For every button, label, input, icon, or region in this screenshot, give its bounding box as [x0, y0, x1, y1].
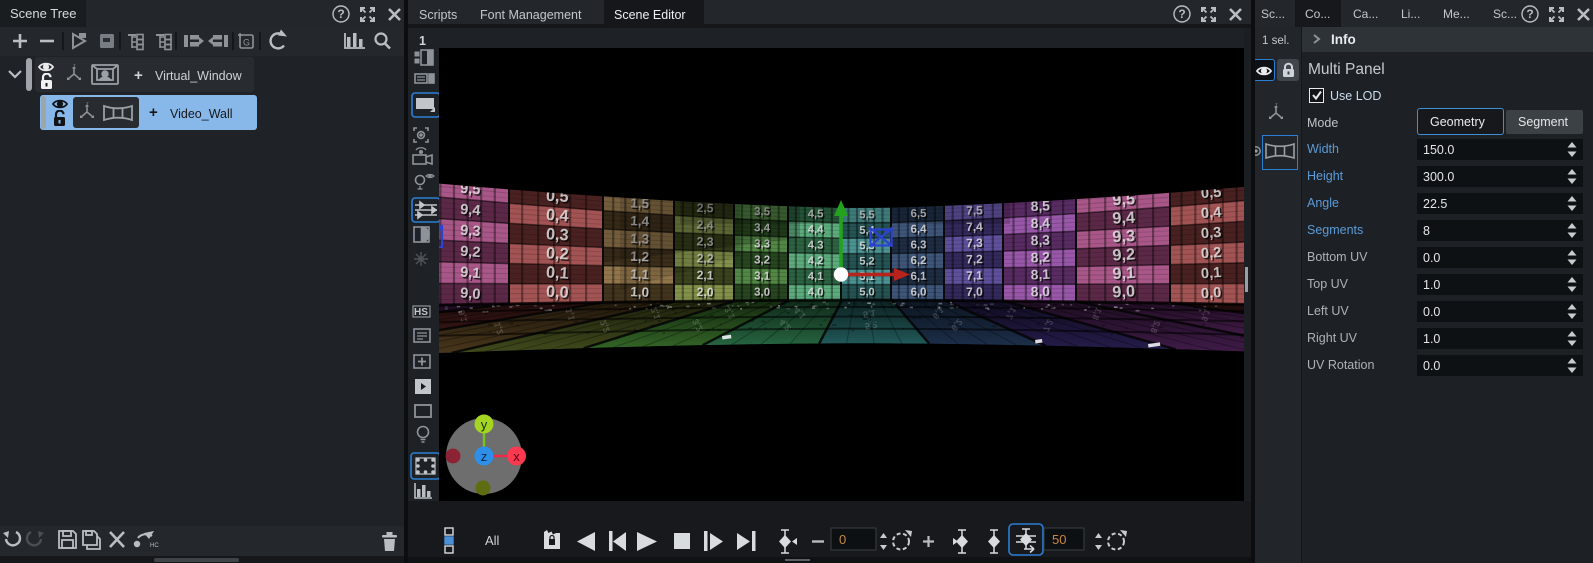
svg-text:?: ? [1526, 7, 1533, 21]
svg-text:1,0: 1,0 [630, 284, 649, 300]
svg-text:?: ? [337, 7, 344, 21]
svg-text:All: All [485, 533, 500, 548]
svg-text:G: G [243, 38, 250, 48]
svg-text:9,3: 9,3 [460, 223, 481, 241]
svg-text:x: x [513, 449, 520, 464]
svg-text:0,1: 0,1 [545, 263, 569, 282]
svg-text:0,0: 0,0 [545, 283, 569, 302]
svg-text:4,2: 4,2 [808, 255, 824, 267]
svg-text:8,0: 8,0 [1030, 284, 1050, 300]
svg-text:0,4: 0,4 [1200, 205, 1222, 222]
svg-text:9,0: 9,0 [1112, 282, 1136, 301]
svg-text:9,2: 9,2 [1112, 245, 1136, 264]
svg-text:0,2: 0,2 [1200, 245, 1221, 262]
svg-text:3,1: 3,1 [754, 270, 771, 282]
svg-text:4,4: 4,4 [808, 224, 825, 236]
svg-text:5,0: 5,0 [859, 286, 874, 298]
svg-text:0,3: 0,3 [1200, 225, 1221, 242]
svg-text:4,1: 4,1 [808, 271, 825, 283]
svg-text:8,3: 8,3 [1030, 233, 1050, 249]
svg-text:?: ? [1178, 7, 1185, 21]
svg-text:8,4: 8,4 [1030, 215, 1050, 231]
svg-text:5,2: 5,2 [864, 320, 878, 332]
svg-text:9,3: 9,3 [1112, 227, 1136, 246]
svg-text:8,2: 8,2 [1030, 250, 1050, 266]
svg-text:50: 50 [1052, 532, 1066, 547]
svg-text:0,2: 0,2 [545, 244, 569, 263]
svg-text:7,1: 7,1 [966, 268, 983, 282]
svg-text:7,0: 7,0 [966, 285, 983, 299]
svg-text:HC: HC [150, 543, 159, 549]
svg-text:4,3: 4,3 [808, 240, 824, 252]
svg-text:5,2: 5,2 [859, 256, 874, 268]
svg-text:0,4: 0,4 [545, 206, 569, 225]
svg-text:9,1: 9,1 [460, 265, 481, 283]
svg-text:Y: Y [1275, 103, 1278, 107]
svg-text:9,0: 9,0 [460, 285, 481, 303]
svg-text:0: 0 [839, 532, 846, 547]
svg-text:0,0: 0,0 [1200, 285, 1221, 302]
svg-text:6,3: 6,3 [910, 239, 926, 251]
svg-text:6,4: 6,4 [910, 224, 927, 236]
svg-text:6,1: 6,1 [910, 271, 927, 283]
svg-text:4,0: 4,0 [808, 286, 824, 298]
svg-text:7,2: 7,2 [966, 252, 983, 266]
svg-text:Y: Y [73, 64, 76, 68]
svg-text:y: y [481, 417, 488, 432]
svg-text:6,0: 6,0 [910, 286, 926, 298]
svg-text:9,2: 9,2 [460, 244, 481, 262]
svg-text:3,0: 3,0 [754, 287, 770, 299]
svg-text:2,1: 2,1 [696, 268, 714, 283]
svg-text:8,1: 8,1 [1030, 267, 1050, 283]
svg-text:9,4: 9,4 [1112, 209, 1136, 228]
svg-text:Y: Y [86, 102, 89, 106]
svg-text:6,2: 6,2 [910, 255, 926, 267]
svg-text:HS: HS [414, 307, 428, 318]
svg-text:2,0: 2,0 [696, 285, 714, 300]
svg-text:7,3: 7,3 [966, 236, 983, 250]
svg-text:9,4: 9,4 [460, 202, 482, 220]
svg-text:0,1: 0,1 [1200, 265, 1221, 282]
svg-text:9,1: 9,1 [1112, 264, 1136, 283]
svg-text:0,3: 0,3 [545, 225, 569, 244]
svg-text:3,2: 3,2 [754, 254, 770, 266]
svg-text:z: z [481, 449, 488, 464]
